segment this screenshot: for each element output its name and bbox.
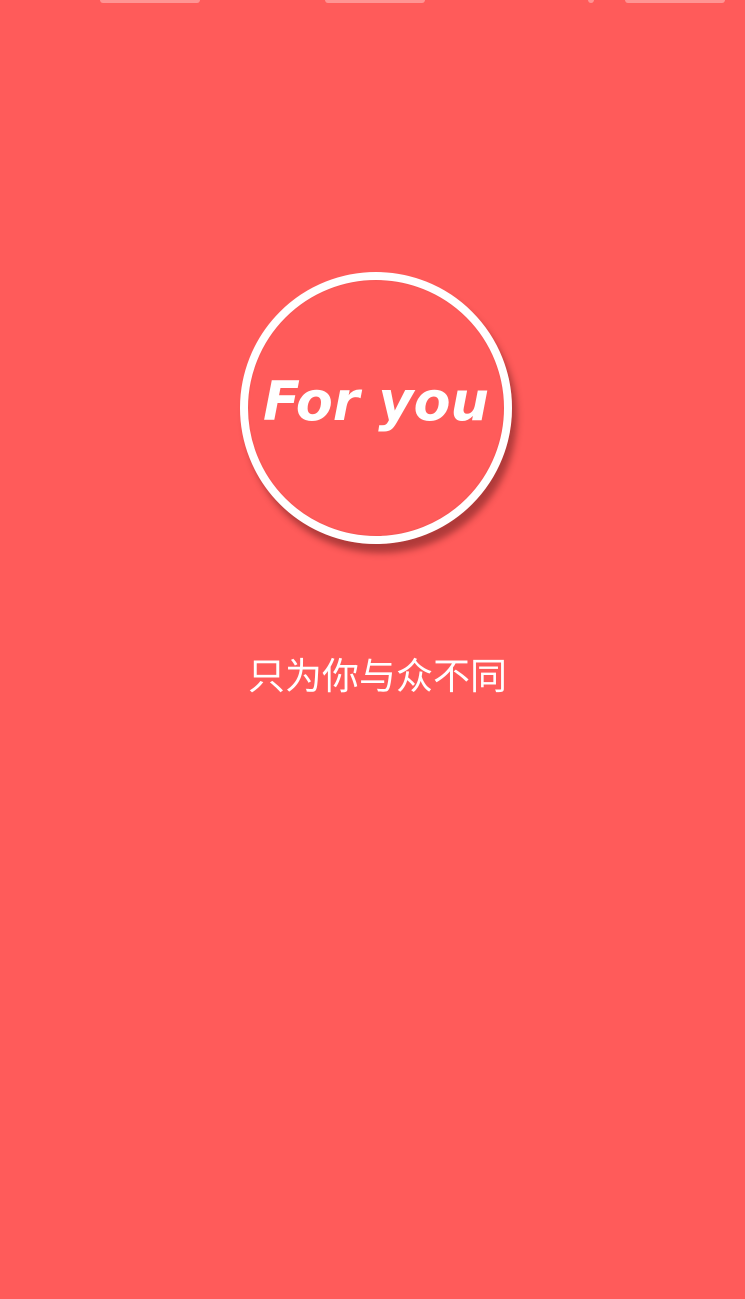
logo-text: For you	[263, 370, 489, 433]
logo-ring: For you	[240, 272, 512, 544]
status-bar	[0, 0, 745, 6]
status-bar-fragment	[325, 0, 425, 3]
slogan-text: 只为你与众不同	[248, 655, 507, 698]
status-bar-fragment	[625, 0, 725, 3]
status-bar-fragment	[100, 0, 200, 3]
status-bar-fragment	[588, 0, 594, 3]
splash-screen: For you 只为你与众不同	[0, 0, 745, 1299]
